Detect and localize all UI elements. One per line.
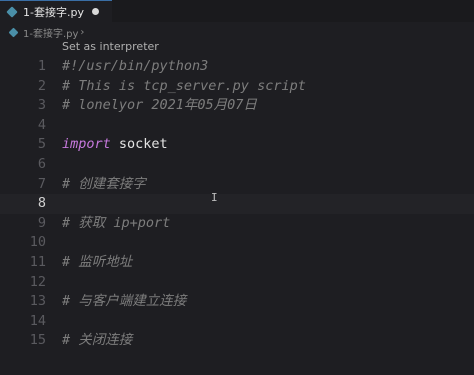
code-line[interactable]: 9 # 获取 ip+port [0, 214, 474, 234]
breadcrumb-file[interactable]: 1-套接字.py [23, 25, 78, 40]
tab-label: 1-套接字.py [23, 5, 84, 19]
python-file-icon [8, 27, 19, 37]
code-text: # 与客户端建立连接 [62, 293, 187, 310]
code-line[interactable]: 11 # 监听地址 [0, 253, 474, 273]
python-file-icon [6, 5, 18, 18]
code-line[interactable]: 15 # 关闭连接 [0, 331, 474, 351]
line-number: 9 [37, 214, 46, 231]
unsaved-dot-icon[interactable] [91, 8, 99, 15]
code-editor[interactable]: 1 #!/usr/bin/python3 2 # This is tcp_server… [0, 57, 474, 351]
set-interpreter-codelens[interactable]: Set as interpreter [62, 40, 159, 53]
line-number: 6 [37, 155, 46, 172]
code-line[interactable]: 4 [0, 116, 474, 136]
line-number: 15 [29, 332, 46, 349]
code-text: # lonelyor 2021年05月07日 [62, 97, 257, 114]
line-number: 7 [37, 175, 46, 192]
code-line[interactable]: 6 [0, 155, 474, 175]
keyword-token: import [62, 136, 111, 153]
line-number: 2 [37, 77, 46, 94]
code-line[interactable]: 5 import socket [0, 135, 474, 155]
code-line[interactable]: 14 [0, 312, 474, 332]
tab-active-file[interactable]: 1-套接字.py [0, 0, 112, 22]
code-line[interactable]: 7 # 创建套接字 [0, 175, 474, 195]
code-text: # 关闭连接 [62, 332, 133, 349]
breadcrumb: 1-套接字.py › [8, 25, 85, 40]
code-line[interactable]: 2 # This is tcp_server.py script [0, 77, 474, 97]
line-number: 10 [29, 234, 46, 251]
editor-tab-bar: 1-套接字.py [0, 0, 474, 22]
line-number: 11 [29, 253, 46, 270]
code-text: # 监听地址 [62, 253, 133, 270]
line-number: 1 [37, 58, 46, 74]
code-line[interactable]: 8 [0, 194, 474, 214]
line-number: 14 [29, 312, 46, 329]
line-number: 4 [37, 116, 46, 133]
code-line[interactable]: 10 [0, 233, 474, 253]
line-number: 3 [37, 97, 46, 114]
code-text: import socket [62, 135, 168, 155]
line-number: 5 [37, 136, 46, 153]
code-text: #!/usr/bin/python3 [62, 58, 209, 74]
breadcrumb-separator: › [80, 26, 85, 38]
code-line[interactable]: 13 # 与客户端建立连接 [0, 292, 474, 312]
code-line[interactable]: 3 # lonelyor 2021年05月07日 [0, 96, 474, 116]
code-text: # 创建套接字 [62, 175, 146, 192]
line-number: 8 [37, 195, 46, 212]
identifier-token: socket [110, 136, 168, 153]
code-text: # This is tcp_server.py script [62, 77, 306, 94]
code-text: # 获取 ip+port [62, 214, 171, 231]
line-number: 12 [29, 273, 46, 290]
code-line[interactable]: 12 [0, 273, 474, 293]
code-line[interactable]: 1 #!/usr/bin/python3 [0, 57, 474, 77]
text-cursor-icon: I [211, 191, 218, 204]
line-number: 13 [29, 293, 46, 310]
